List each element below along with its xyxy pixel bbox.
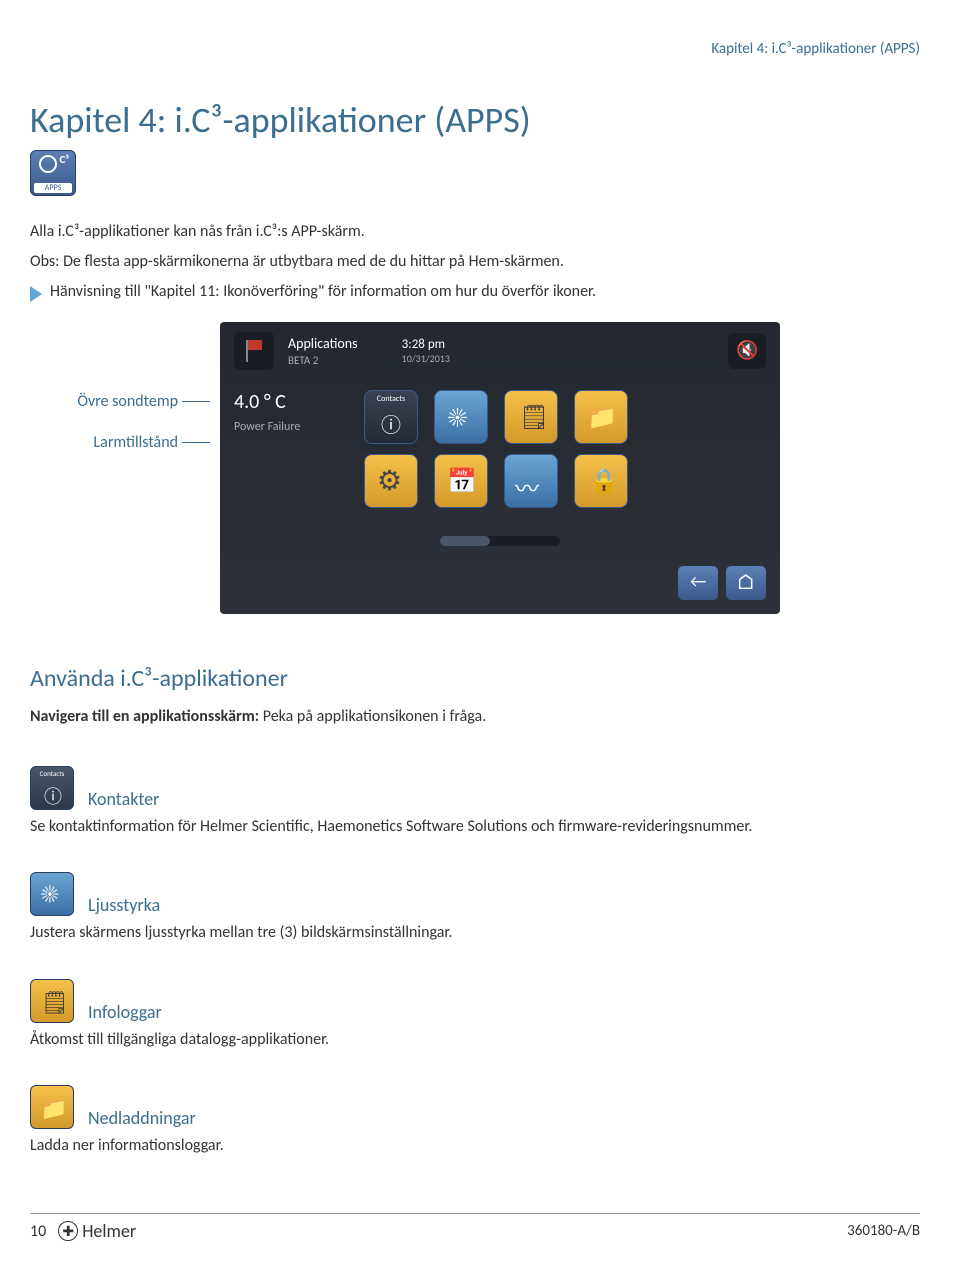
apps-badge-icon: APPS	[30, 150, 76, 196]
callout-alarm-state: Larmtillstånd	[30, 433, 210, 452]
chapter-title: Kapitel 4: i.C³-applikationer (APPS)	[30, 98, 920, 142]
section-infologs: Infologgar Åtkomst till tillgängliga dat…	[30, 979, 920, 1051]
contacts-app-icon[interactable]	[364, 390, 418, 444]
reference-note: Hänvisning till "Kapitel 11: Ikonöverför…	[30, 282, 920, 302]
section-heading-use-apps: Använda i.C³-applikationer	[30, 664, 920, 693]
power-failure-label: Power Failure	[234, 420, 344, 434]
mute-icon[interactable]	[728, 333, 766, 369]
section-downloads: Nedladdningar Ladda ner informationslogg…	[30, 1085, 920, 1157]
settings-app-icon[interactable]	[364, 454, 418, 508]
intro-paragraph-1: Alla i.C³-applikationer kan nås från i.C…	[30, 221, 920, 243]
reference-note-text: Hänvisning till "Kapitel 11: Ikonöverför…	[50, 282, 596, 301]
clock-time: 3:28 pm	[402, 337, 450, 352]
flag-icon[interactable]	[234, 332, 274, 370]
brightness-title: Ljusstyrka	[88, 894, 160, 916]
infolog-icon	[30, 979, 74, 1023]
infologs-body: Åtkomst till tillgängliga datalogg-appli…	[30, 1029, 920, 1051]
device-screen: Applications BETA 2 3:28 pm 10/31/2013 4…	[220, 322, 780, 614]
infolog-app-icon[interactable]	[504, 390, 558, 444]
calendar-app-icon[interactable]	[434, 454, 488, 508]
contacts-body: Se kontaktinformation för Helmer Scienti…	[30, 816, 920, 838]
callout-labels: Övre sondtemp Larmtillstånd	[30, 322, 210, 474]
callout-upper-probe-temp: Övre sondtemp	[30, 392, 210, 411]
beta-label: BETA 2	[288, 354, 358, 367]
brightness-icon	[30, 872, 74, 916]
infologs-title: Infologgar	[88, 1001, 162, 1023]
screenshot-figure: Övre sondtemp Larmtillstånd Applications…	[30, 322, 920, 614]
graph-app-icon[interactable]	[504, 454, 558, 508]
document-number: 360180-A/B	[847, 1222, 920, 1240]
brightness-app-icon[interactable]	[434, 390, 488, 444]
arrow-right-icon	[30, 286, 42, 302]
downloads-app-icon[interactable]	[574, 390, 628, 444]
section-brightness: Ljusstyrka Justera skärmens ljusstyrka m…	[30, 872, 920, 944]
clock-date: 10/31/2013	[402, 352, 450, 365]
contacts-title: Kontakter	[88, 788, 159, 810]
brightness-body: Justera skärmens ljusstyrka mellan tre (…	[30, 922, 920, 944]
screen-title: Applications	[288, 335, 358, 352]
downloads-icon	[30, 1085, 74, 1129]
scroll-indicator[interactable]	[440, 536, 560, 546]
navigate-instruction: Navigera till en applikationsskärm: Peka…	[30, 707, 920, 726]
page-number: 10	[30, 1222, 46, 1241]
home-button[interactable]	[726, 566, 766, 600]
lock-app-icon[interactable]	[574, 454, 628, 508]
helmer-logo: Helmer	[58, 1220, 136, 1242]
page-footer: 10 Helmer 360180-A/B	[30, 1213, 920, 1242]
section-contacts: Kontakter Se kontaktinformation för Helm…	[30, 766, 920, 838]
downloads-title: Nedladdningar	[88, 1107, 196, 1129]
intro-paragraph-2: Obs: De flesta app-skärmikonerna är utby…	[30, 251, 920, 273]
app-icon-grid	[364, 390, 766, 518]
downloads-body: Ladda ner informationsloggar.	[30, 1135, 920, 1157]
temperature-value: 4.0 ° C	[234, 390, 344, 414]
back-button[interactable]	[678, 566, 718, 600]
apps-badge-label: APPS	[34, 183, 72, 193]
running-header: Kapitel 4: i.C³-applikationer (APPS)	[30, 40, 920, 58]
contacts-icon	[30, 766, 74, 810]
